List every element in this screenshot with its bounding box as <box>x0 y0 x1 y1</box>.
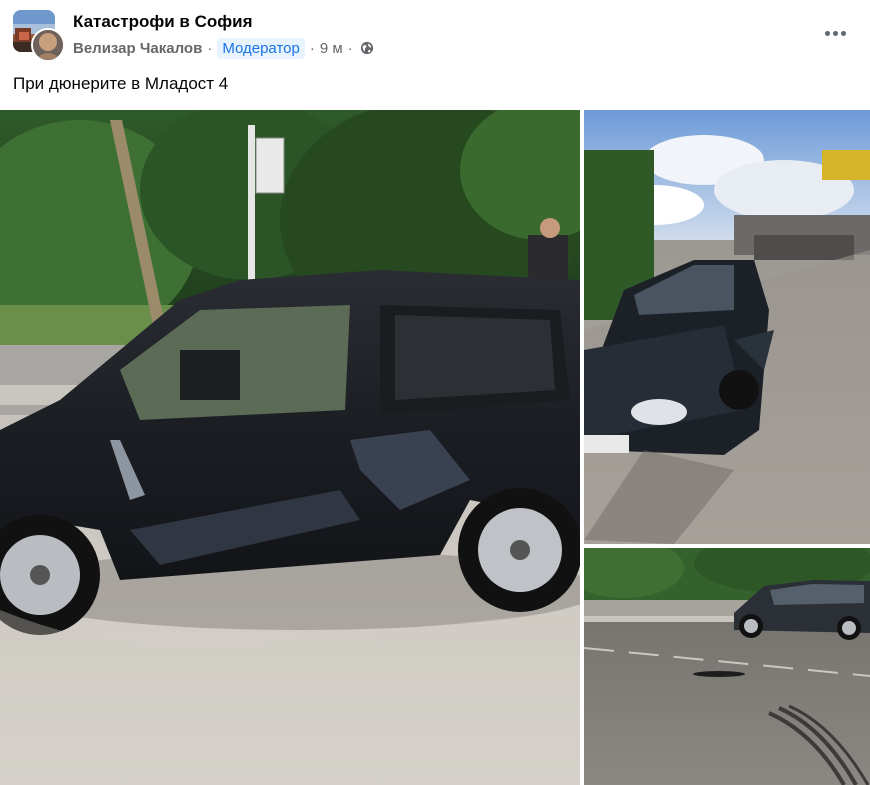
post-timestamp[interactable]: 9 м <box>320 40 343 57</box>
post-text: При дюнерите в Младост 4 <box>13 74 229 93</box>
avatar-group[interactable] <box>13 10 65 62</box>
meta-separator: · <box>207 39 213 57</box>
car-front-photo[interactable] <box>584 110 870 544</box>
damaged-car-side-photo[interactable] <box>0 110 580 785</box>
post-meta: Велизар Чакалов · Модератор · 9 м · <box>73 37 374 59</box>
more-options-icon[interactable] <box>816 18 854 48</box>
meta-separator: · <box>309 39 315 57</box>
post-header: Катастрофи в София Велизар Чакалов · Мод… <box>0 0 870 70</box>
author-name-link[interactable]: Велизар Чакалов <box>73 40 202 57</box>
group-name-link[interactable]: Катастрофи в София <box>73 12 253 32</box>
globe-icon[interactable] <box>360 41 374 55</box>
user-avatar[interactable] <box>31 28 65 62</box>
road-with-car-photo[interactable] <box>584 548 870 785</box>
moderator-badge[interactable]: Модератор <box>217 37 305 59</box>
meta-separator: · <box>347 39 353 57</box>
